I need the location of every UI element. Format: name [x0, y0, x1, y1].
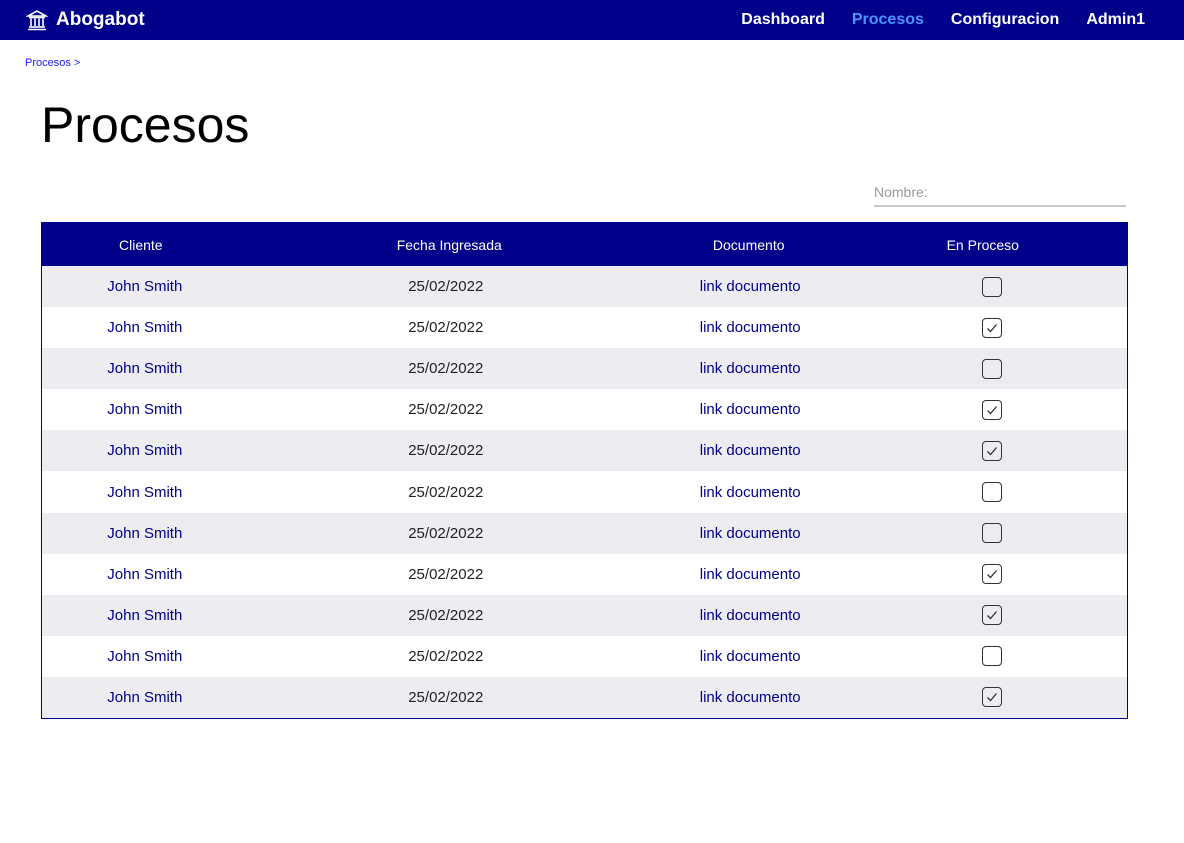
en-proceso-checkbox[interactable]	[981, 523, 1002, 544]
cliente-cell: John Smith	[107, 360, 183, 378]
documento-link[interactable]: link documento	[644, 648, 857, 665]
fecha-cell: 25/02/2022	[408, 606, 484, 624]
en-proceso-checkbox[interactable]	[981, 564, 1002, 585]
nav-dashboard[interactable]: Dashboard	[741, 11, 825, 29]
en-proceso-cell	[857, 482, 1128, 503]
brand[interactable]: Abogabot	[26, 0, 145, 40]
en-proceso-cell	[857, 523, 1128, 544]
table-row: John Smith 25/02/2022 link documento	[42, 594, 1128, 636]
fecha-cell: 25/02/2022	[408, 319, 484, 337]
courthouse-icon	[26, 9, 48, 31]
en-proceso-cell	[857, 687, 1128, 708]
table-body: John Smith 25/02/2022 link documento John S…	[42, 266, 1128, 719]
table-row: John Smith 25/02/2022 link documento	[42, 676, 1128, 719]
en-proceso-cell	[857, 646, 1128, 667]
cliente-cell: John Smith	[107, 319, 183, 337]
en-proceso-checkbox[interactable]	[981, 687, 1002, 708]
documento-link[interactable]: link documento	[644, 319, 857, 336]
en-proceso-checkbox[interactable]	[981, 276, 1002, 297]
cliente-cell: John Smith	[107, 606, 183, 624]
checkmark-icon	[986, 611, 997, 620]
table-row: John Smith 25/02/2022 link documento	[42, 307, 1128, 349]
en-proceso-checkbox[interactable]	[981, 399, 1002, 420]
checkmark-icon	[986, 323, 997, 333]
fecha-cell: 25/02/2022	[408, 278, 484, 296]
page-title: Procesos	[41, 97, 250, 153]
table-row: John Smith 25/02/2022 link documento	[42, 512, 1128, 554]
fecha-cell: 25/02/2022	[408, 483, 484, 501]
documento-link[interactable]: link documento	[644, 607, 857, 624]
checkmark-icon	[986, 446, 997, 456]
fecha-cell: 25/02/2022	[408, 360, 484, 378]
en-proceso-cell	[857, 399, 1128, 420]
cliente-cell: John Smith	[107, 442, 183, 460]
en-proceso-cell	[857, 358, 1128, 379]
en-proceso-cell	[857, 276, 1128, 297]
fecha-cell: 25/02/2022	[408, 688, 484, 706]
fecha-cell: 25/02/2022	[408, 442, 484, 460]
en-proceso-cell	[857, 564, 1128, 585]
en-proceso-checkbox[interactable]	[981, 358, 1002, 379]
breadcrumb[interactable]: Procesos >	[25, 57, 80, 69]
nav-admin-user[interactable]: Admin1	[1086, 11, 1145, 29]
main-nav: Dashboard Procesos Configuracion Admin1	[741, 0, 1145, 40]
en-proceso-checkbox[interactable]	[981, 605, 1002, 626]
checkmark-icon	[986, 405, 997, 415]
en-proceso-cell	[857, 317, 1128, 338]
documento-link[interactable]: link documento	[644, 689, 857, 706]
cliente-cell: John Smith	[107, 647, 183, 665]
en-proceso-checkbox[interactable]	[981, 317, 1002, 338]
cliente-cell: John Smith	[107, 278, 183, 296]
documento-link[interactable]: link documento	[644, 278, 857, 295]
documento-link[interactable]: link documento	[644, 566, 857, 583]
brand-name: Abogabot	[56, 9, 145, 30]
fecha-cell: 25/02/2022	[408, 401, 484, 419]
cliente-cell: John Smith	[107, 524, 183, 542]
header-en-proceso: En Proceso	[946, 236, 1019, 253]
header-documento: Documento	[712, 236, 785, 253]
header-fecha: Fecha Ingresada	[396, 236, 502, 253]
nav-procesos[interactable]: Procesos	[852, 11, 924, 29]
en-proceso-checkbox[interactable]	[981, 482, 1002, 503]
cliente-cell: John Smith	[107, 565, 183, 583]
table-row: John Smith 25/02/2022 link documento	[42, 471, 1128, 513]
documento-link[interactable]: link documento	[644, 484, 857, 501]
documento-link[interactable]: link documento	[644, 401, 857, 418]
table-header: Cliente Fecha Ingresada Documento En Pro…	[42, 223, 1127, 266]
header-cliente: Cliente	[119, 236, 163, 253]
en-proceso-checkbox[interactable]	[981, 646, 1002, 667]
table-row: John Smith 25/02/2022 link documento	[42, 430, 1128, 472]
fecha-cell: 25/02/2022	[408, 524, 484, 542]
search-name-input[interactable]	[874, 178, 1126, 207]
checkmark-icon	[986, 570, 997, 579]
top-navbar: Abogabot Dashboard Procesos Configuracio…	[0, 0, 1184, 40]
documento-link[interactable]: link documento	[644, 360, 857, 377]
fecha-cell: 25/02/2022	[408, 565, 484, 583]
documento-link[interactable]: link documento	[644, 442, 857, 459]
table-row: John Smith 25/02/2022 link documento	[42, 553, 1128, 595]
cliente-cell: John Smith	[107, 483, 183, 501]
en-proceso-cell	[857, 605, 1128, 626]
nav-configuracion[interactable]: Configuracion	[951, 11, 1059, 29]
en-proceso-cell	[857, 440, 1128, 461]
en-proceso-checkbox[interactable]	[981, 440, 1002, 461]
table-row: John Smith 25/02/2022 link documento	[42, 266, 1128, 308]
procesos-table: Cliente Fecha Ingresada Documento En Pro…	[41, 222, 1128, 720]
fecha-cell: 25/02/2022	[408, 647, 484, 665]
table-row: John Smith 25/02/2022 link documento	[42, 389, 1128, 431]
documento-link[interactable]: link documento	[644, 525, 857, 542]
table-row: John Smith 25/02/2022 link documento	[42, 348, 1128, 390]
cliente-cell: John Smith	[107, 688, 183, 706]
cliente-cell: John Smith	[107, 401, 183, 419]
table-row: John Smith 25/02/2022 link documento	[42, 635, 1128, 677]
checkmark-icon	[986, 693, 997, 702]
